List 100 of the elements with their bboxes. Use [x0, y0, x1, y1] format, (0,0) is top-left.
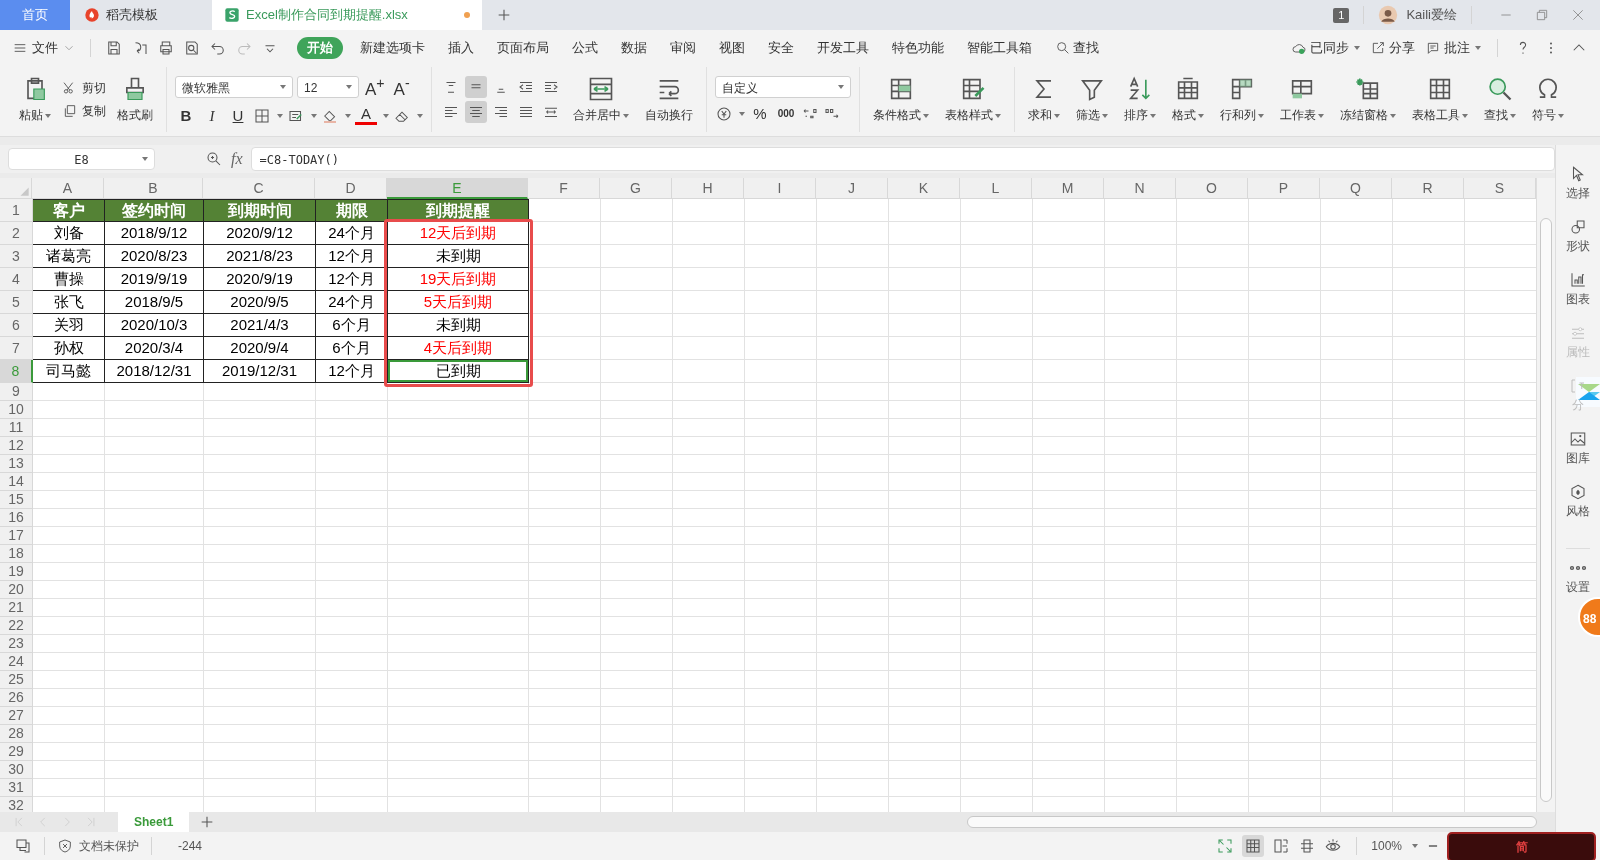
menu-tab[interactable]: 安全: [768, 36, 794, 59]
ribbon-button[interactable]: 查找: [1479, 75, 1521, 124]
column-header[interactable]: F: [528, 178, 600, 199]
table-cell[interactable]: 司马懿: [33, 360, 105, 383]
row-header[interactable]: 13: [0, 455, 33, 473]
input-method-bar[interactable]: 简: [1447, 832, 1596, 860]
user-name[interactable]: Kaili爱绘: [1406, 6, 1457, 24]
format-painter-button[interactable]: 格式刷: [112, 75, 158, 124]
toolbar-command[interactable]: 批注: [1425, 38, 1481, 57]
search-command[interactable]: 查找: [1055, 38, 1099, 57]
align-middle-icon[interactable]: [465, 76, 487, 98]
table-cell[interactable]: 12个月: [316, 268, 388, 291]
document-tab[interactable]: 稻壳模板: [72, 0, 210, 30]
ribbon-button[interactable]: 筛选: [1071, 75, 1113, 124]
row-header[interactable]: 23: [0, 635, 33, 653]
row-header[interactable]: 1: [0, 199, 33, 222]
table-cell[interactable]: 2019/12/31: [204, 360, 316, 383]
header-cell[interactable]: 客户: [33, 199, 105, 222]
ribbon-button[interactable]: 求和: [1023, 75, 1065, 124]
column-header[interactable]: J: [816, 178, 888, 199]
table-cell[interactable]: 2020/9/4: [204, 337, 316, 360]
table-cell[interactable]: 5天后到期: [388, 291, 529, 314]
column-header[interactable]: L: [960, 178, 1032, 199]
menu-tab[interactable]: 特色功能: [892, 36, 944, 59]
paste-button[interactable]: 粘贴: [14, 75, 56, 124]
menu-tab[interactable]: 审阅: [670, 36, 696, 59]
row-header[interactable]: 10: [0, 401, 33, 419]
table-cell[interactable]: 2019/9/19: [105, 268, 204, 291]
table-cell[interactable]: 已到期: [388, 360, 529, 383]
font-name-select[interactable]: 微软雅黑: [175, 75, 293, 98]
row-header[interactable]: 3: [0, 245, 33, 268]
notification-badge[interactable]: 1: [1333, 7, 1350, 23]
toolbar-command[interactable]: 分享: [1370, 38, 1415, 57]
row-header[interactable]: 9: [0, 383, 33, 401]
side-panel-button[interactable]: 形状: [1566, 218, 1590, 271]
table-cell[interactable]: 2018/9/5: [105, 291, 204, 314]
text-style-button[interactable]: I: [201, 105, 223, 126]
column-header[interactable]: P: [1248, 178, 1320, 199]
menu-tab[interactable]: 新建选项卡: [360, 36, 425, 59]
insert-function-button[interactable]: fx: [231, 150, 243, 168]
row-header[interactable]: 32: [0, 797, 33, 812]
formula-input[interactable]: =C8-TODAY(): [250, 147, 1555, 171]
print-preview-icon[interactable]: [183, 38, 201, 57]
table-cell[interactable]: 张飞: [33, 291, 105, 314]
zoom-in-icon[interactable]: [205, 150, 223, 168]
ribbon-button[interactable]: 表格样式: [940, 75, 1006, 124]
align-center-icon[interactable]: [465, 101, 487, 123]
header-cell[interactable]: 签约时间: [105, 199, 204, 222]
row-header[interactable]: 22: [0, 617, 33, 635]
table-cell[interactable]: 19天后到期: [388, 268, 529, 291]
ribbon-button[interactable]: 剪切: [62, 79, 106, 97]
column-header[interactable]: G: [600, 178, 672, 199]
side-panel-button[interactable]: 设置: [1566, 548, 1590, 596]
table-cell[interactable]: 未到期: [388, 314, 529, 337]
row-header[interactable]: 16: [0, 509, 33, 527]
table-cell[interactable]: 2021/8/23: [204, 245, 316, 268]
row-header[interactable]: 25: [0, 671, 33, 689]
table-cell[interactable]: 2018/12/31: [105, 360, 204, 383]
table-cell[interactable]: 12天后到期: [388, 222, 529, 245]
table-cell[interactable]: 6个月: [316, 337, 388, 360]
table-cell[interactable]: 6个月: [316, 314, 388, 337]
font-color-button[interactable]: A: [355, 106, 377, 126]
menu-tab[interactable]: 数据: [621, 36, 647, 59]
side-panel-button[interactable]: 图库: [1566, 430, 1590, 483]
number-format-button[interactable]: %: [749, 103, 771, 124]
save-icon[interactable]: [105, 38, 123, 57]
table-cell[interactable]: 2018/9/12: [105, 222, 204, 245]
row-header[interactable]: 14: [0, 473, 33, 491]
grid-view-icon[interactable]: [1242, 835, 1265, 857]
side-panel-button[interactable]: 图表: [1566, 271, 1590, 324]
table-cell[interactable]: 2020/10/3: [105, 314, 204, 337]
document-tab[interactable]: Excel制作合同到期提醒.xlsx: [212, 0, 482, 30]
row-header[interactable]: 7: [0, 337, 33, 360]
ribbon-button[interactable]: 复制: [62, 102, 106, 120]
column-header[interactable]: O: [1176, 178, 1248, 199]
table-cell[interactable]: 24个月: [316, 222, 388, 245]
table-cell[interactable]: 4天后到期: [388, 337, 529, 360]
menu-tab[interactable]: 页面布局: [497, 36, 549, 59]
row-header[interactable]: 28: [0, 725, 33, 743]
row-header[interactable]: 17: [0, 527, 33, 545]
column-header[interactable]: M: [1032, 178, 1104, 199]
row-header[interactable]: 11: [0, 419, 33, 437]
ribbon-button[interactable]: 条件格式: [868, 75, 934, 124]
protection-status[interactable]: 文档未保护: [79, 837, 139, 855]
column-header[interactable]: Q: [1320, 178, 1392, 199]
row-header[interactable]: 6: [0, 314, 33, 337]
font-size-button[interactable]: A$^{+}$: [363, 73, 387, 100]
row-header[interactable]: 18: [0, 545, 33, 563]
number-format-button[interactable]: 000: [775, 103, 797, 124]
row-header[interactable]: 4: [0, 268, 33, 291]
side-panel-button[interactable]: 风格: [1566, 483, 1590, 536]
file-menu[interactable]: 文件: [12, 38, 76, 57]
ribbon-button[interactable]: 工作表: [1275, 75, 1329, 124]
menu-tab[interactable]: 公式: [572, 36, 598, 59]
ribbon-button[interactable]: 自动换行: [640, 75, 698, 124]
row-header[interactable]: 19: [0, 563, 33, 581]
row-header[interactable]: 29: [0, 743, 33, 761]
row-header[interactable]: 30: [0, 761, 33, 779]
row-header[interactable]: 26: [0, 689, 33, 707]
row-header[interactable]: 15: [0, 491, 33, 509]
